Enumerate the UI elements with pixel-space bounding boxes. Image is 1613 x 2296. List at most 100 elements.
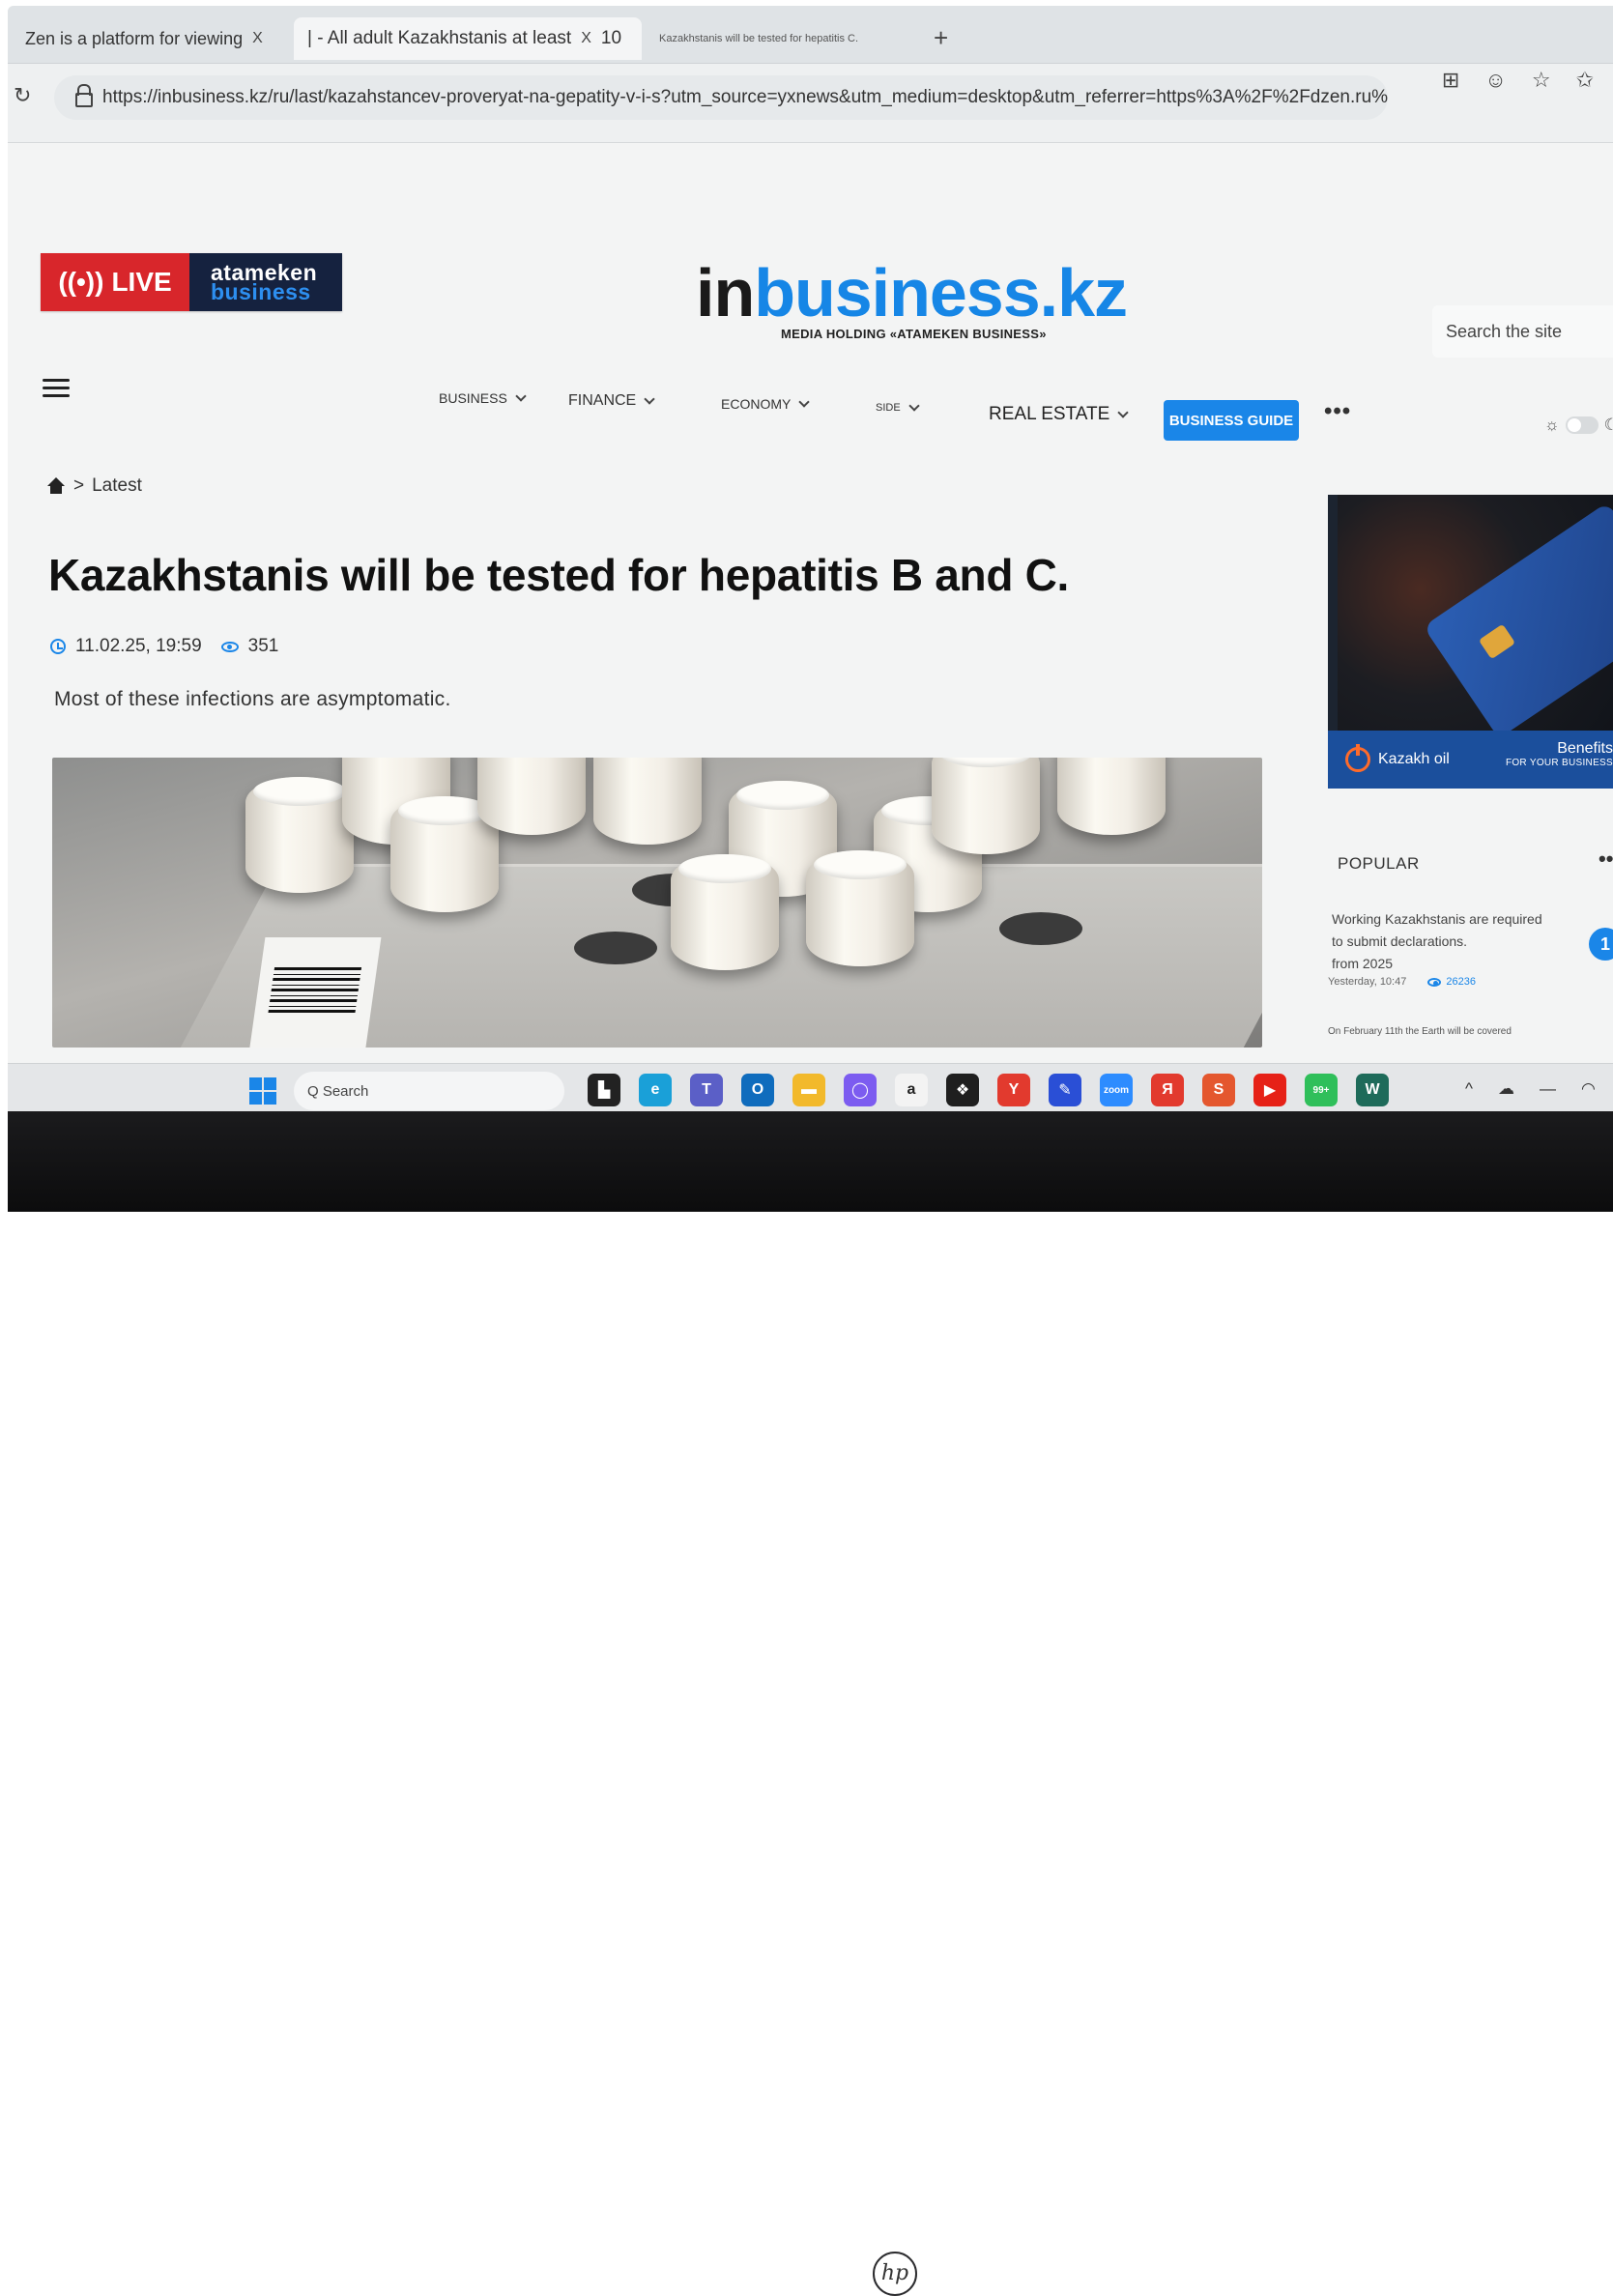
theme-switch[interactable] (1565, 416, 1599, 434)
chevron-down-icon (908, 399, 920, 412)
nav-real-estate[interactable]: REAL ESTATE (989, 404, 1129, 425)
laptop-screen: Zen is a platform for viewing X | - All … (8, 6, 1613, 1117)
wifi-icon[interactable]: ◠ (1581, 1079, 1596, 1099)
barcode-icon (268, 964, 362, 1013)
broadcast-icon: ((•)) (58, 267, 104, 297)
lock-icon (75, 84, 93, 107)
tab-label: Zen is a platform for viewing (25, 28, 244, 48)
site-logo[interactable]: inbusiness.kz (696, 259, 1128, 327)
tube-cap (477, 758, 586, 835)
logo-business: business.kz (754, 255, 1128, 330)
file-explorer-dark-icon[interactable]: ▙ (588, 1074, 620, 1106)
favorites-icon[interactable]: ✩ (1576, 68, 1594, 93)
rack-hole (999, 912, 1082, 945)
tab-counter: 10 (600, 28, 622, 48)
folder-icon[interactable]: ▬ (792, 1074, 825, 1106)
nav-label: BUSINESS (439, 390, 507, 406)
breadcrumb: > Latest (46, 475, 142, 497)
nav-finance[interactable]: FINANCE (568, 392, 655, 410)
popular-heading: POPULAR (1338, 854, 1420, 873)
new-tab-button[interactable]: + (934, 23, 948, 53)
chevron-down-icon (644, 392, 655, 405)
outlook-icon[interactable]: O (741, 1074, 774, 1106)
ad-photo (1338, 495, 1613, 739)
taskbar-apps: ▙ e T O ▬ ◯ a ❖ Y ✎ zoom Я S ▶ 99+ W (588, 1074, 1389, 1106)
live-section: ((•)) LIVE (41, 253, 189, 311)
reload-icon[interactable]: ↻ (14, 83, 31, 108)
close-icon[interactable]: X (581, 30, 591, 47)
ad-benefits-title: Benefits (1557, 740, 1613, 757)
popular-item-meta: Yesterday, 10:47 26236 (1328, 976, 1476, 988)
system-tray: ^ ☁ — ◠ ♪ (1465, 1079, 1613, 1099)
youtube-icon[interactable]: ▶ (1253, 1074, 1286, 1106)
tray-overflow-icon[interactable]: ^ (1465, 1079, 1473, 1099)
nav-more-icon[interactable]: ••• (1324, 398, 1351, 425)
nav-label: ECONOMY (721, 396, 792, 412)
nav-economy[interactable]: ECONOMY (721, 395, 811, 412)
tab-zen[interactable]: Zen is a platform for viewing X (12, 17, 292, 60)
theme-toggle[interactable]: ☼ ☾ (1544, 416, 1613, 435)
tab-hepatitis-article[interactable]: Kazakhstanis will be tested for hepatiti… (646, 17, 926, 60)
search-placeholder: Search the site (1446, 321, 1563, 341)
star-icon[interactable]: ☆ (1532, 68, 1551, 93)
chevron-down-icon (515, 389, 527, 402)
ad-caption-bar: Kazakh oil Benefits FOR YOUR BUSINESS (1328, 731, 1613, 789)
popular-item-line: from 2025 (1332, 956, 1394, 971)
close-icon[interactable]: X (252, 30, 263, 47)
popular-item[interactable]: Working Kazakhstanis are required to sub… (1332, 908, 1593, 975)
chevron-down-icon (798, 395, 811, 408)
popular-item-line: to submit declarations. (1332, 933, 1468, 949)
browser-toolbar-icons: ⊞ ☺ ☆ ✩ (1442, 68, 1594, 93)
tube-cap (806, 850, 914, 966)
live-badge[interactable]: ((•)) LIVE atameken business (41, 253, 342, 311)
home-icon[interactable] (46, 477, 66, 495)
hp-logo-icon: hp (873, 2252, 917, 2296)
nav-label: SIDE (876, 402, 901, 414)
chevron-down-icon (1117, 406, 1129, 418)
popular-item-time: Yesterday, 10:47 (1328, 976, 1407, 988)
skype-icon[interactable]: S (1202, 1074, 1235, 1106)
whatsapp-icon[interactable]: 99+ (1305, 1074, 1338, 1106)
edge-icon[interactable]: e (639, 1074, 672, 1106)
menu-icon[interactable] (43, 379, 70, 398)
amazon-icon[interactable]: a (895, 1074, 928, 1106)
teams-icon[interactable]: T (690, 1074, 723, 1106)
split-screen-icon[interactable]: ⊞ (1442, 68, 1459, 93)
windows-start-icon[interactable] (249, 1077, 276, 1105)
sun-icon: ☼ (1544, 416, 1560, 434)
tube-cap (245, 777, 354, 893)
nav-side[interactable]: SIDE (876, 399, 920, 414)
breadcrumb-latest[interactable]: Latest (92, 475, 142, 497)
windows-taskbar: Q Search ▙ eTO ▬ ◯ a ❖ Y ✎ zoom ЯS ▶ 99+ W ^ ☁ — ◠ ♪ (8, 1063, 1613, 1117)
circle-app-icon[interactable]: ◯ (844, 1074, 877, 1106)
moon-icon: ☾ (1603, 416, 1613, 434)
taskbar-search[interactable]: Q Search (294, 1072, 564, 1110)
article-hero-image (52, 758, 1262, 1048)
notes-icon[interactable]: ✎ (1049, 1074, 1081, 1106)
power-icon (1345, 744, 1370, 772)
zoom-icon[interactable]: zoom (1100, 1074, 1133, 1106)
popular-item-views-count: 26236 (1446, 976, 1476, 988)
nav-business[interactable]: BUSINESS (439, 389, 527, 406)
ad-brand: Kazakh oil (1378, 751, 1450, 767)
wordle-app-icon[interactable]: W (1356, 1074, 1389, 1106)
nav-label: REAL ESTATE (989, 404, 1110, 424)
article-date: 11.02.25, 19:59 (75, 636, 202, 656)
ad-benefits: Benefits FOR YOUR BUSINESS (1506, 740, 1613, 768)
yandex-browser-icon[interactable]: Y (997, 1074, 1030, 1106)
sidebar-ad[interactable]: Kazakh oil Benefits FOR YOUR BUSINESS (1328, 495, 1613, 789)
popular-more-icon[interactable]: ••• (1599, 847, 1613, 872)
tab-adult-kazakhstanis[interactable]: | - All adult Kazakhstanis at least X 10 (294, 17, 642, 60)
article-title: Kazakhstanis will be tested for hepatiti… (48, 550, 1070, 600)
cloud-icon[interactable]: ☁ (1498, 1079, 1514, 1099)
nav-label: FINANCE (568, 392, 637, 409)
yandex-icon[interactable]: Я (1151, 1074, 1184, 1106)
emoji-icon[interactable]: ☺ (1484, 68, 1506, 93)
atameken-line2: business (211, 279, 311, 304)
dropbox-icon[interactable]: ❖ (946, 1074, 979, 1106)
address-bar-row: ↻ https://inbusiness.kz/ru/last/kazahsta… (8, 64, 1613, 143)
url-input[interactable]: https://inbusiness.kz/ru/last/kazahstanc… (54, 75, 1388, 120)
business-guide-button[interactable]: BUSINESS GUIDE (1164, 400, 1299, 441)
popular-next-teaser[interactable]: On February 11th the Earth will be cover… (1328, 1026, 1512, 1037)
site-search-input[interactable]: Search the site (1432, 305, 1613, 358)
